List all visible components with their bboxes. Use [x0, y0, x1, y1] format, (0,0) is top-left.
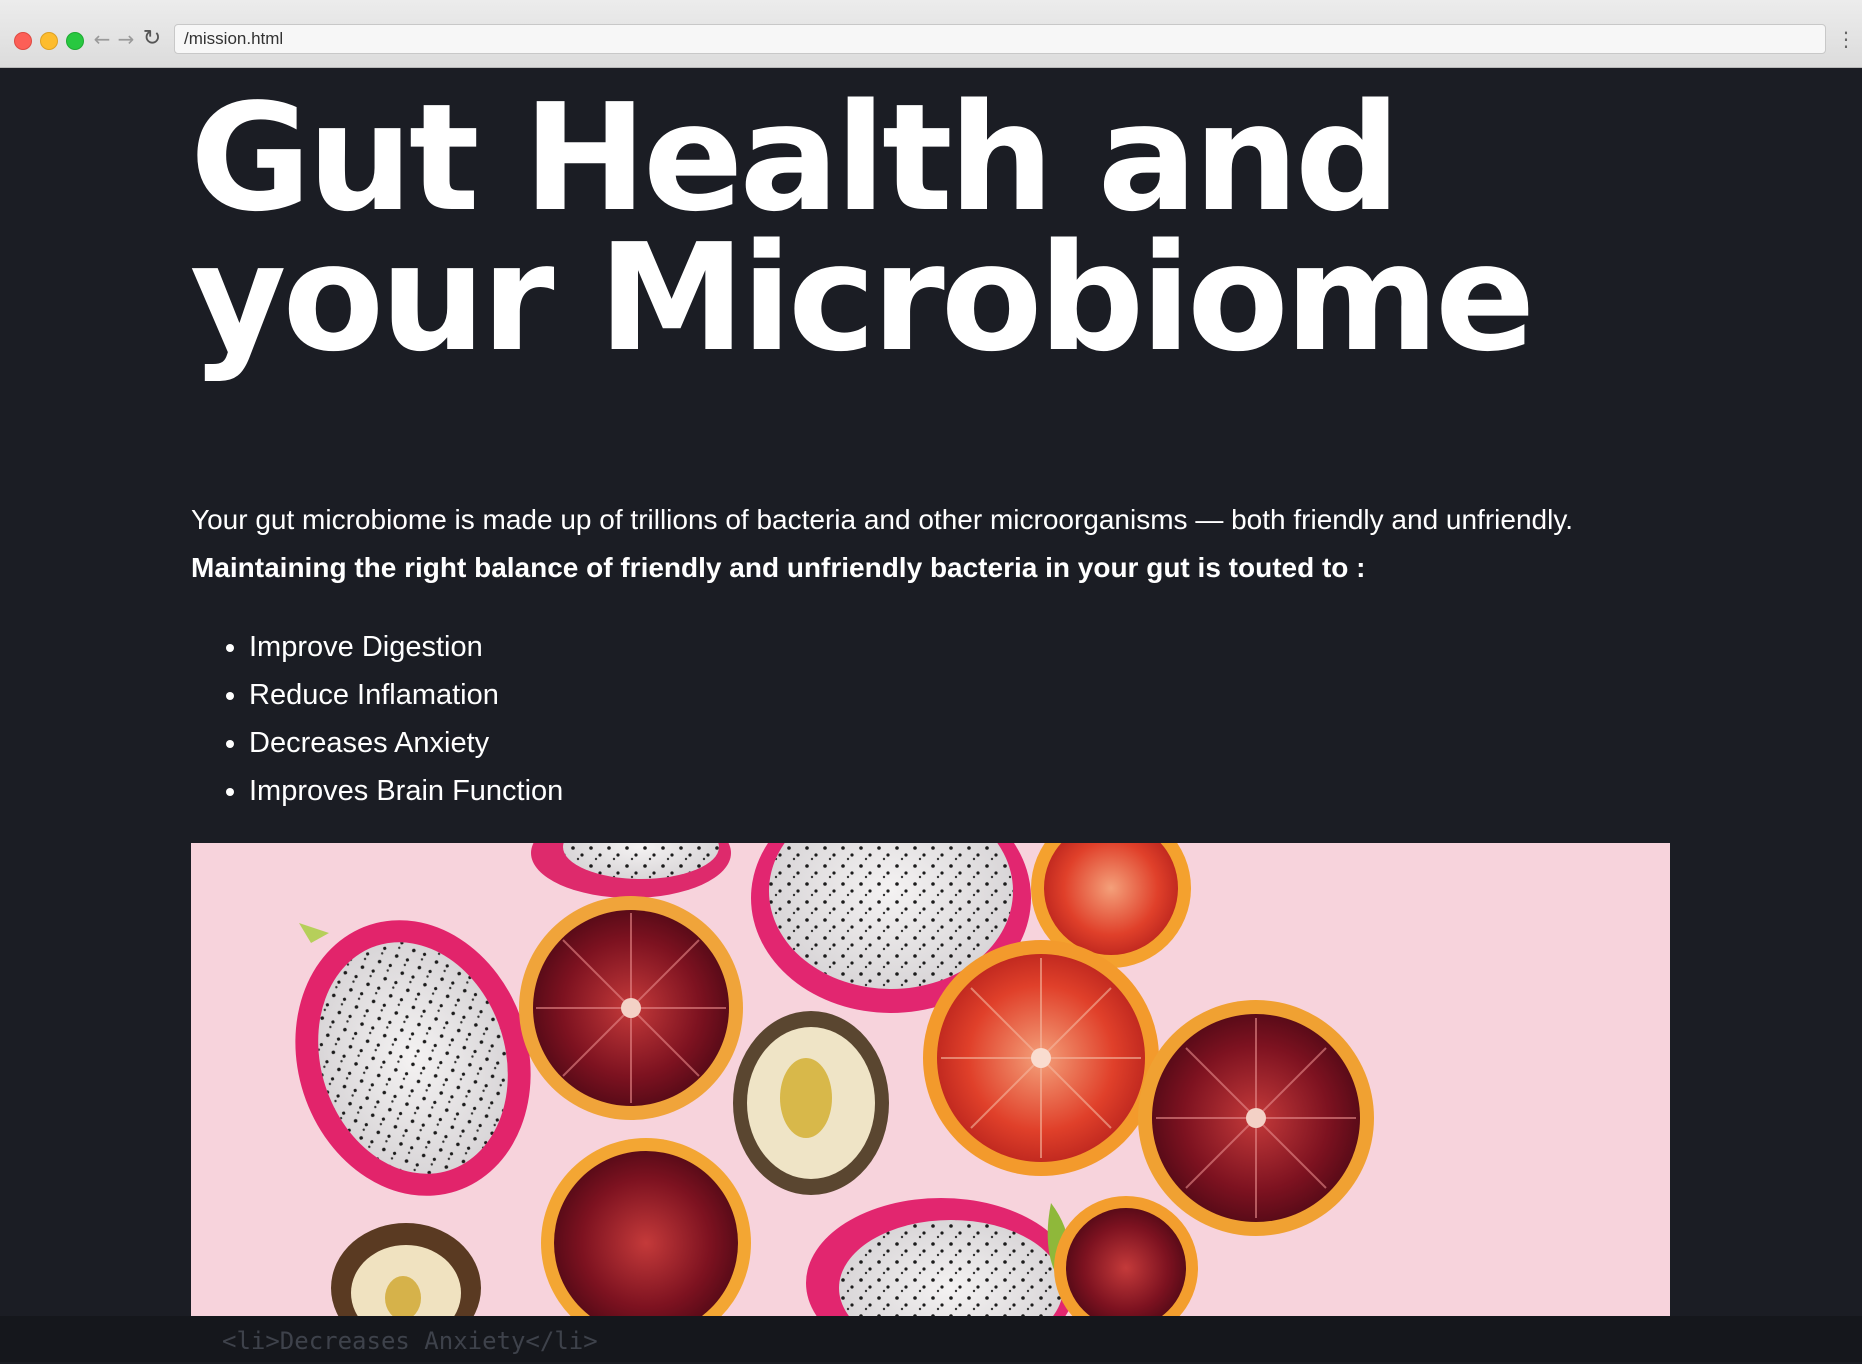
blood-orange — [519, 896, 743, 1120]
list-item: Improves Brain Function — [249, 767, 563, 815]
rambutan — [733, 1011, 889, 1195]
reload-icon[interactable]: ↻ — [140, 26, 164, 52]
dragon-fruit-small — [531, 843, 731, 898]
url-text: /mission.html — [184, 29, 284, 48]
maximize-window-button[interactable] — [66, 32, 84, 50]
benefits-list: Improve Digestion Reduce Inflamation Dec… — [191, 623, 563, 815]
close-window-button[interactable] — [14, 32, 32, 50]
blood-orange-bottom — [541, 1138, 751, 1316]
intro-text: Your gut microbiome is made up of trilli… — [191, 504, 1574, 535]
forward-arrow-icon[interactable]: → — [114, 26, 138, 52]
list-item: Reduce Inflamation — [249, 671, 563, 719]
code-line: <li>Decreases Anxiety</li> — [222, 1327, 598, 1355]
browser-window: ← → ↻ /mission.html ⋮ Gut Health and you… — [0, 0, 1862, 1362]
red-orange — [923, 940, 1159, 1176]
list-item: Improve Digestion — [249, 623, 563, 671]
dragon-fruit-left — [295, 920, 531, 1196]
kebab-menu-icon[interactable]: ⋮ — [1836, 26, 1856, 52]
browser-toolbar: ← → ↻ /mission.html ⋮ — [0, 0, 1862, 68]
minimize-window-button[interactable] — [40, 32, 58, 50]
fruit-photo — [191, 843, 1670, 1316]
list-item: Decreases Anxiety — [249, 719, 563, 767]
page-title-line-2: your Microbiome — [190, 212, 1535, 384]
rambutan-bottom — [331, 1223, 481, 1316]
page-title: Gut Health and your Microbiome — [190, 84, 1690, 372]
intro-paragraph: Your gut microbiome is made up of trilli… — [191, 496, 1841, 592]
intro-bold-text: Maintaining the right balance of friendl… — [191, 552, 1366, 583]
dragon-fruit-bottom — [806, 1198, 1076, 1316]
blood-orange-right — [1138, 1000, 1374, 1236]
back-arrow-icon[interactable]: ← — [90, 26, 114, 52]
page-content: Gut Health and your Microbiome Your gut … — [0, 68, 1862, 1316]
fruit-illustration — [295, 843, 1374, 1316]
code-preview-strip: <li>Decreases Anxiety</li> — [0, 1316, 1862, 1362]
small-blood-orange — [1054, 1196, 1198, 1316]
address-bar[interactable]: /mission.html — [174, 24, 1826, 54]
